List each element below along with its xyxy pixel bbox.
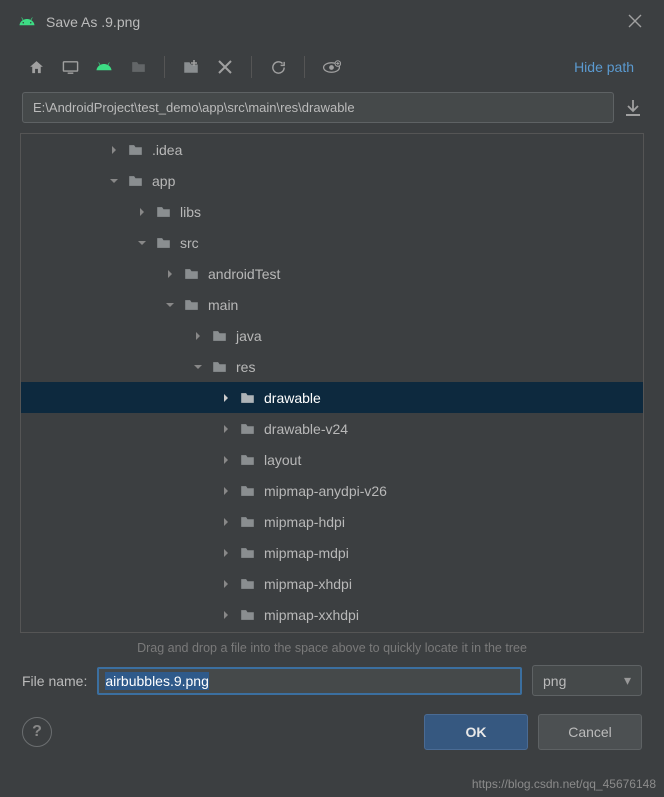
tree-row[interactable]: java (21, 320, 643, 351)
tree-item-label: mipmap-mdpi (264, 545, 349, 561)
folder-icon (239, 422, 256, 436)
module-folder-icon[interactable] (124, 53, 152, 81)
tree-row[interactable]: mipmap-xhdpi (21, 568, 643, 599)
tree-item-label: res (236, 359, 255, 375)
file-tree: .ideaapplibssrcandroidTestmainjavaresdra… (20, 133, 644, 633)
tree-row[interactable]: drawable (21, 382, 643, 413)
folder-icon (127, 143, 144, 157)
folder-icon (211, 329, 228, 343)
folder-icon (211, 360, 228, 374)
window-title: Save As .9.png (46, 14, 140, 30)
show-hidden-icon[interactable] (317, 53, 345, 81)
tree-item-label: layout (264, 452, 301, 468)
home-icon[interactable] (22, 53, 50, 81)
chevron-right-icon[interactable] (217, 517, 235, 527)
filename-label: File name: (22, 673, 87, 689)
chevron-right-icon[interactable] (105, 145, 123, 155)
tree-row[interactable]: mipmap-anydpi-v26 (21, 475, 643, 506)
chevron-down-icon[interactable] (161, 300, 179, 310)
tree-row[interactable]: mipmap-xxhdpi (21, 599, 643, 630)
chevron-right-icon[interactable] (189, 331, 207, 341)
tree-row[interactable]: drawable-v24 (21, 413, 643, 444)
button-row: ? OK Cancel (0, 696, 664, 750)
folder-icon (239, 391, 256, 405)
help-button[interactable]: ? (22, 717, 52, 747)
tree-row[interactable]: .idea (21, 134, 643, 165)
tree-row[interactable]: res (21, 351, 643, 382)
tree-item-label: main (208, 297, 238, 313)
tree-item-label: drawable-v24 (264, 421, 348, 437)
folder-icon (239, 484, 256, 498)
path-input[interactable] (22, 92, 614, 123)
tree-item-label: .idea (152, 142, 182, 158)
tree-item-label: mipmap-hdpi (264, 514, 345, 530)
android-icon (18, 13, 36, 31)
refresh-icon[interactable] (264, 53, 292, 81)
chevron-down-icon[interactable] (105, 176, 123, 186)
tree-item-label: java (236, 328, 262, 344)
tree-row[interactable]: main (21, 289, 643, 320)
folder-icon (239, 453, 256, 467)
separator (304, 56, 305, 78)
close-icon[interactable] (624, 8, 646, 37)
tree-item-label: mipmap-xxhdpi (264, 607, 359, 623)
extension-select[interactable]: png ▾ (532, 665, 642, 696)
tree-item-label: drawable (264, 390, 321, 406)
filename-input[interactable]: airbubbles.9.png (97, 667, 522, 695)
chevron-right-icon[interactable] (217, 393, 235, 403)
tree-row[interactable]: libs (21, 196, 643, 227)
filename-value: airbubbles.9.png (105, 672, 209, 690)
chevron-down-icon: ▾ (624, 672, 631, 689)
filename-row: File name: airbubbles.9.png png ▾ (0, 665, 664, 696)
tree-row[interactable]: src (21, 227, 643, 258)
tree-item-label: libs (180, 204, 201, 220)
cancel-button[interactable]: Cancel (538, 714, 642, 750)
project-icon[interactable] (90, 53, 118, 81)
folder-icon (183, 298, 200, 312)
toolbar: Hide path (0, 44, 664, 90)
tree-row[interactable]: app (21, 165, 643, 196)
chevron-right-icon[interactable] (217, 486, 235, 496)
chevron-right-icon[interactable] (217, 455, 235, 465)
drag-hint: Drag and drop a file into the space abov… (0, 633, 664, 665)
watermark: https://blog.csdn.net/qq_45676148 (472, 777, 656, 791)
tree-item-label: androidTest (208, 266, 280, 282)
folder-icon (155, 236, 172, 250)
separator (251, 56, 252, 78)
folder-icon (183, 267, 200, 281)
tree-item-label: mipmap-anydpi-v26 (264, 483, 387, 499)
folder-icon (239, 515, 256, 529)
tree-row[interactable]: mipmap-mdpi (21, 537, 643, 568)
tree-row[interactable]: mipmap-hdpi (21, 506, 643, 537)
chevron-right-icon[interactable] (133, 207, 151, 217)
tree-item-label: mipmap-xhdpi (264, 576, 352, 592)
ok-button[interactable]: OK (424, 714, 528, 750)
tree-row[interactable]: layout (21, 444, 643, 475)
chevron-right-icon[interactable] (161, 269, 179, 279)
separator (164, 56, 165, 78)
chevron-right-icon[interactable] (217, 424, 235, 434)
path-row (0, 90, 664, 133)
desktop-icon[interactable] (56, 53, 84, 81)
folder-icon (239, 608, 256, 622)
new-folder-icon[interactable] (177, 53, 205, 81)
tree-scroll[interactable]: .ideaapplibssrcandroidTestmainjavaresdra… (21, 134, 643, 632)
folder-icon (239, 577, 256, 591)
titlebar: Save As .9.png (0, 0, 664, 44)
folder-icon (239, 546, 256, 560)
tree-row[interactable]: androidTest (21, 258, 643, 289)
chevron-down-icon[interactable] (133, 238, 151, 248)
folder-icon (155, 205, 172, 219)
folder-icon (127, 174, 144, 188)
chevron-right-icon[interactable] (217, 610, 235, 620)
tree-item-label: src (180, 235, 199, 251)
chevron-right-icon[interactable] (217, 579, 235, 589)
extension-value: png (543, 673, 566, 689)
download-icon[interactable] (618, 93, 648, 123)
hide-path-link[interactable]: Hide path (566, 55, 642, 79)
tree-item-label: app (152, 173, 175, 189)
delete-icon[interactable] (211, 53, 239, 81)
chevron-down-icon[interactable] (189, 362, 207, 372)
chevron-right-icon[interactable] (217, 548, 235, 558)
